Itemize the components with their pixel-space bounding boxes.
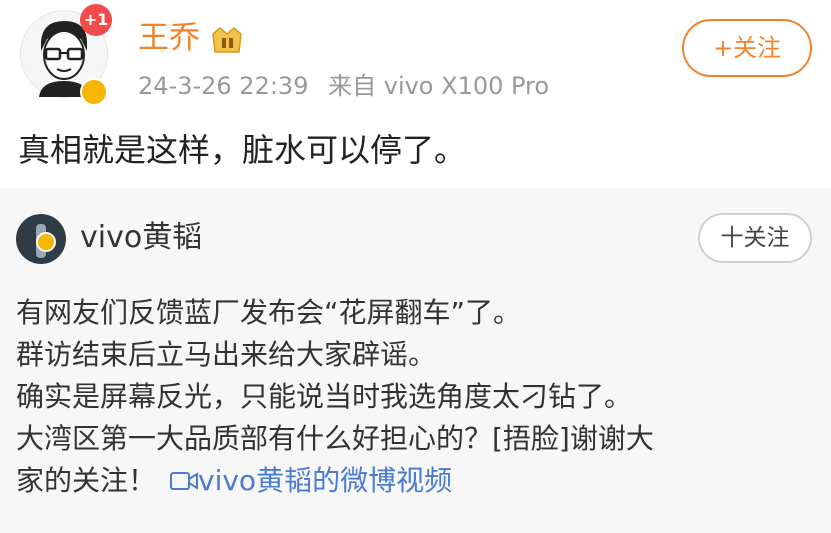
post-timestamp: 24-3-26 22:39 — [138, 72, 309, 100]
repost-follow-button[interactable]: 十关注 — [698, 213, 812, 263]
vip-badge-icon — [212, 27, 242, 53]
video-icon — [170, 472, 199, 490]
repost-last-line: 家的关注！ vivo黄韬的微博视频 — [16, 460, 816, 502]
author-name[interactable]: 王乔 — [138, 18, 200, 58]
repost-line: 确实是屏幕反光，只能说当时我选角度太刁钻了。 — [16, 380, 633, 413]
video-link[interactable]: vivo黄韬的微博视频 — [198, 464, 452, 497]
main-post: +1 王乔 24-3-26 22:39 来自 vivo X100 Pro +关注… — [0, 0, 831, 188]
verified-icon — [80, 78, 108, 106]
repost-line: 大湾区第一大品质部有什么好担心的？[捂脸]谢谢大 — [16, 422, 654, 455]
verified-icon — [36, 232, 56, 252]
follow-button[interactable]: +关注 — [682, 19, 812, 77]
notification-badge: +1 — [80, 4, 112, 36]
post-meta: 24-3-26 22:39 来自 vivo X100 Pro — [138, 70, 549, 102]
repost-author-name[interactable]: vivo黄韬 — [80, 218, 202, 258]
post-source: 来自 vivo X100 Pro — [328, 72, 550, 100]
reposted-card[interactable]: vivo黄韬 十关注 有网友们反馈蓝厂发布会“花屏翻车”了。 群访结束后立马出来… — [0, 188, 831, 533]
post-text: 真相就是这样，脏水可以停了。 — [18, 131, 467, 169]
repost-text: 有网友们反馈蓝厂发布会“花屏翻车”了。 群访结束后立马出来给大家辟谣。 确实是屏… — [16, 292, 816, 502]
repost-line: 家的关注！ — [16, 464, 157, 497]
repost-line: 有网友们反馈蓝厂发布会“花屏翻车”了。 — [16, 296, 522, 329]
repost-line: 群访结束后立马出来给大家辟谣。 — [16, 338, 437, 371]
